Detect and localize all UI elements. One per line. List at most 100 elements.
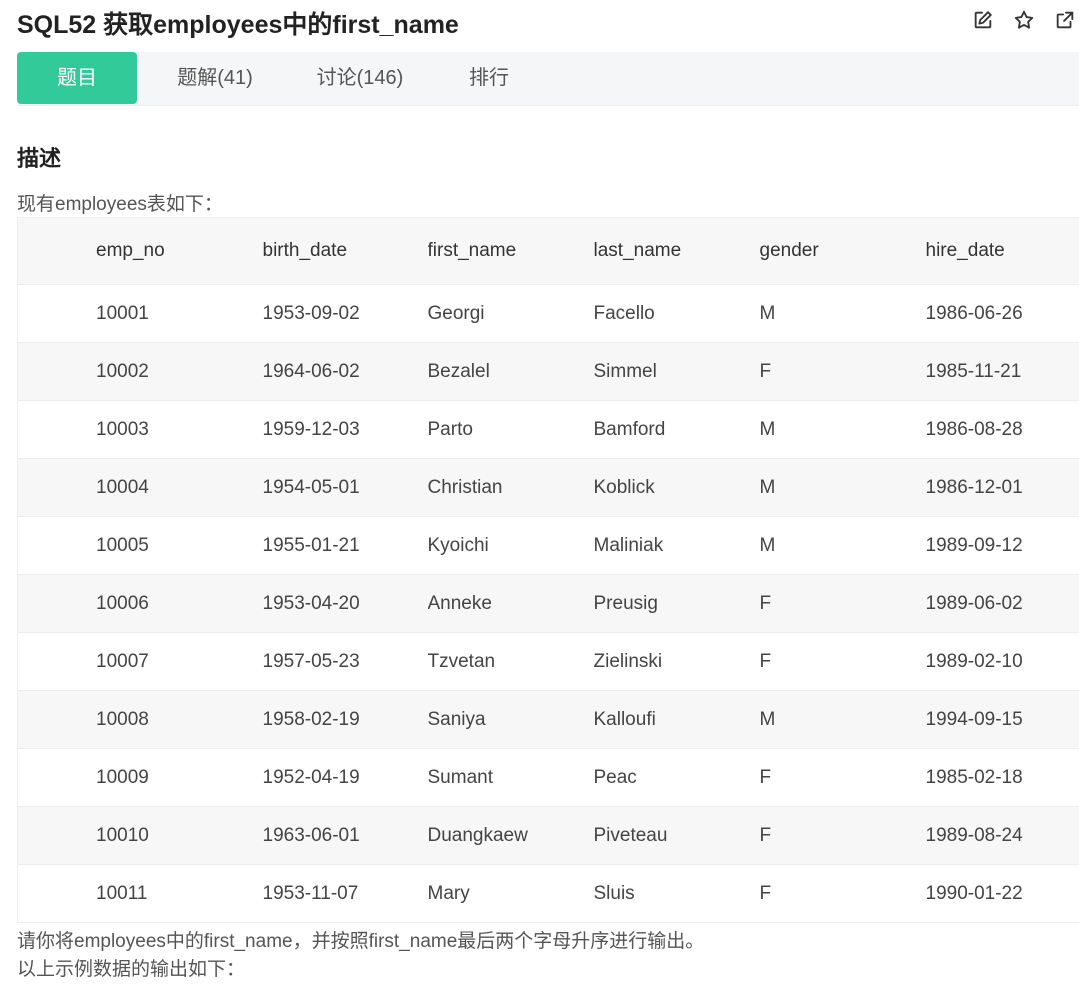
table-row: 10004 1954-05-01 Christian Koblick M 1986-12-… [17,458,1079,517]
column-header-hire-date: hire_date [925,217,1079,285]
cell-birth-date: 1957-05-23 [262,632,428,691]
cell-hire-date: 1986-08-28 [925,400,1079,459]
cell-gender: F [759,574,926,633]
cell-gender: F [759,342,926,401]
cell-first-name: Duangkaew [427,806,594,865]
cell-gender: M [759,690,926,749]
column-header-first-name: first_name [427,217,594,285]
table-row: 10005 1955-01-21 Kyoichi Maliniak M 1989-09-1… [17,516,1079,575]
cell-birth-date: 1953-04-20 [262,574,428,633]
cell-first-name: Mary [427,864,594,923]
cell-last-name: Koblick [593,458,760,517]
table-row: 10001 1953-09-02 Georgi Facello M 1986-06-26 [17,284,1079,343]
table-row: 10009 1952-04-19 Sumant Peac F 1985-02-18 [17,748,1079,807]
cell-gender: M [759,458,926,517]
task-text: 请你将employees中的first_name，并按照first_name最后… [17,931,705,952]
cell-birth-date: 1952-04-19 [262,748,428,807]
cell-birth-date: 1953-11-07 [262,864,428,923]
example-intro: 以上示例数据的输出如下： [17,959,246,980]
cell-last-name: Zielinski [593,632,760,691]
cell-gender: M [759,516,926,575]
table-row: 10011 1953-11-07 Mary Sluis F 1990-01-22 [17,864,1079,923]
table-header-row: emp_no birth_date first_name last_name gende… [17,217,1079,285]
cell-last-name: Peac [593,748,760,807]
cell-first-name: Christian [427,458,594,517]
cell-gender: F [759,748,926,807]
cell-hire-date: 1985-02-18 [925,748,1079,807]
star-icon[interactable] [1010,8,1038,32]
cell-last-name: Simmel [593,342,760,401]
cell-first-name: Parto [427,400,594,459]
cell-first-name: Georgi [427,284,594,343]
cell-birth-date: 1955-01-21 [262,516,428,575]
cell-first-name: Saniya [427,690,594,749]
description-heading: 描述 [17,146,62,171]
cell-gender: F [759,632,926,691]
cell-first-name: Tzvetan [427,632,594,691]
cell-birth-date: 1958-02-19 [262,690,428,749]
cell-emp-no: 10011 [17,864,263,923]
employees-table: emp_no birth_date first_name last_name gende… [17,217,1079,923]
cell-last-name: Facello [593,284,760,343]
table-row: 10010 1963-06-01 Duangkaew Piveteau F 1989-08… [17,806,1079,865]
cell-hire-date: 1994-09-15 [925,690,1079,749]
cell-first-name: Bezalel [427,342,594,401]
column-header-gender: gender [759,217,926,285]
cell-last-name: Bamford [593,400,760,459]
cell-gender: M [759,284,926,343]
cell-birth-date: 1954-05-01 [262,458,428,517]
cell-emp-no: 10010 [17,806,263,865]
table-row: 10006 1953-04-20 Anneke Preusig F 1989-06-02 [17,574,1079,633]
cell-emp-no: 10001 [17,284,263,343]
cell-emp-no: 10002 [17,342,263,401]
table-row: 10008 1958-02-19 Saniya Kalloufi M 1994-09-15 [17,690,1079,749]
cell-emp-no: 10007 [17,632,263,691]
cell-hire-date: 1989-02-10 [925,632,1079,691]
column-header-birth-date: birth_date [262,217,428,285]
title-actions [969,8,1079,32]
cell-hire-date: 1990-01-22 [925,864,1079,923]
cell-hire-date: 1985-11-21 [925,342,1079,401]
title-row: SQL52 获取employees中的first_name [17,0,1079,40]
cell-birth-date: 1959-12-03 [262,400,428,459]
cell-last-name: Kalloufi [593,690,760,749]
task-description: 请你将employees中的first_name，并按照first_name最后… [17,928,704,984]
cell-gender: F [759,864,926,923]
table-row: 10003 1959-12-03 Parto Bamford M 1986-08-28 [17,400,1079,459]
column-header-emp-no: emp_no [17,217,263,285]
cell-hire-date: 1986-06-26 [925,284,1079,343]
tab-problem[interactable]: 题目 [17,52,137,104]
cell-hire-date: 1986-12-01 [925,458,1079,517]
cell-birth-date: 1963-06-01 [262,806,428,865]
cell-emp-no: 10009 [17,748,263,807]
cell-emp-no: 10003 [17,400,263,459]
tab-bar: 题目 题解(41) 讨论(146) 排行 [17,52,1079,106]
cell-gender: M [759,400,926,459]
cell-first-name: Sumant [427,748,594,807]
tab-ranking[interactable]: 排行 [449,52,529,104]
cell-emp-no: 10004 [17,458,263,517]
column-header-last-name: last_name [593,217,760,285]
cell-first-name: Kyoichi [427,516,594,575]
cell-emp-no: 10005 [17,516,263,575]
description-intro: 现有employees表如下： [17,194,223,215]
table-body: 10001 1953-09-02 Georgi Facello M 1986-06-26 1… [17,284,1079,923]
cell-birth-date: 1964-06-02 [262,342,428,401]
cell-hire-date: 1989-08-24 [925,806,1079,865]
page-title: SQL52 获取employees中的first_name [17,11,459,39]
cell-gender: F [759,806,926,865]
cell-last-name: Maliniak [593,516,760,575]
cell-birth-date: 1953-09-02 [262,284,428,343]
cell-emp-no: 10006 [17,574,263,633]
open-external-icon[interactable] [1051,8,1079,32]
tab-discussion[interactable]: 讨论(146) [295,52,425,104]
cell-last-name: Preusig [593,574,760,633]
cell-hire-date: 1989-06-02 [925,574,1079,633]
edit-icon[interactable] [969,8,997,32]
cell-emp-no: 10008 [17,690,263,749]
table-row: 10007 1957-05-23 Tzvetan Zielinski F 1989-02-… [17,632,1079,691]
cell-last-name: Piveteau [593,806,760,865]
tab-solutions[interactable]: 题解(41) [155,52,275,104]
table-row: 10002 1964-06-02 Bezalel Simmel F 1985-11-21 [17,342,1079,401]
cell-hire-date: 1989-09-12 [925,516,1079,575]
